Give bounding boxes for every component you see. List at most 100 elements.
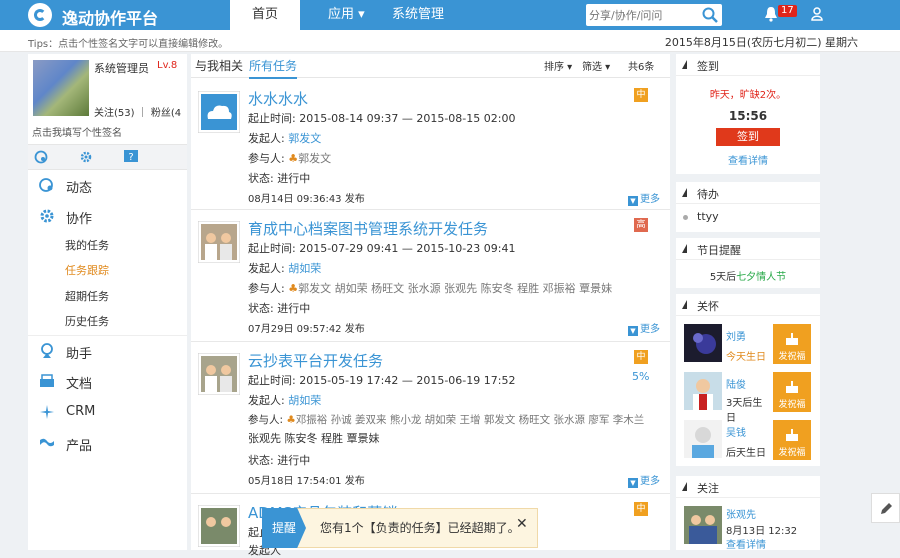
sidebar-item-docs[interactable]: 文档 bbox=[28, 366, 187, 396]
sidebar-sub-my-tasks[interactable]: 我的任务 bbox=[65, 237, 109, 253]
more-button[interactable]: ▼ 更多 bbox=[628, 320, 660, 336]
user-icon[interactable] bbox=[811, 7, 823, 21]
task-item[interactable]: 云抄表平台开发任务 中 5% 起止时间: 2015-05-19 17:42 — … bbox=[191, 344, 670, 494]
care-person-note: 今天生日 bbox=[726, 352, 766, 363]
attention-details-link[interactable]: 查看详情 bbox=[726, 536, 766, 551]
signin-details-link[interactable]: 查看详情 bbox=[676, 152, 820, 167]
pencil-icon bbox=[881, 503, 892, 514]
task-time: 起止时间: 2015-08-14 09:37 — 2015-08-15 02:0… bbox=[248, 112, 516, 125]
todo-panel: 待办 ttyy bbox=[676, 182, 820, 232]
tab-all-tasks[interactable]: 所有任务 bbox=[249, 57, 298, 79]
care-person-name[interactable]: 刘勇 bbox=[726, 328, 746, 343]
close-icon[interactable]: ✕ bbox=[516, 516, 528, 532]
product-icon bbox=[40, 438, 54, 447]
attention-time: 8月13日 12:32 bbox=[726, 526, 798, 537]
people-icon: ♣ bbox=[288, 282, 299, 295]
chevron-down-icon: ▼ bbox=[628, 478, 638, 488]
help-icon[interactable]: ? bbox=[124, 150, 138, 164]
sidebar-item-dynamic[interactable]: 动态 bbox=[28, 170, 187, 200]
signature-edit[interactable]: 点击我填写个性签名 bbox=[32, 124, 122, 139]
user-level: Lv.8 bbox=[157, 60, 178, 71]
avatar[interactable] bbox=[684, 420, 722, 458]
task-status: 状态: 进行中 bbox=[248, 172, 311, 185]
panel-title: 关注 bbox=[697, 482, 719, 495]
filter-dropdown[interactable]: 筛选 ▾ bbox=[582, 58, 610, 73]
group-photo bbox=[198, 505, 240, 547]
send-blessing-button[interactable]: 发祝福 bbox=[773, 372, 811, 412]
edit-float-button[interactable] bbox=[871, 493, 900, 523]
care-person-name[interactable]: 吴钱 bbox=[726, 424, 746, 439]
initiator-link[interactable]: 胡如荣 bbox=[288, 394, 321, 407]
sort-dropdown[interactable]: 排序 ▾ bbox=[544, 58, 572, 73]
sidebar-sub-overdue-tasks[interactable]: 超期任务 bbox=[65, 288, 109, 304]
sidebar-sub-history-tasks[interactable]: 历史任务 bbox=[65, 313, 109, 329]
notification-count-badge: 17 bbox=[778, 5, 797, 17]
assistant-icon bbox=[41, 343, 53, 358]
task-initiator: 发起人: 胡如荣 bbox=[248, 262, 322, 275]
task-title[interactable]: 水水水水 bbox=[248, 88, 308, 109]
task-item[interactable]: 育成中心档案图书管理系统开发任务 高 起止时间: 2015-07-29 09:4… bbox=[191, 212, 670, 342]
task-participants: 参与人: ♣邓振裕 孙诚 姜双来 熊小龙 胡如荣 王增 郭发文 杨旺文 张水源 … bbox=[248, 414, 645, 426]
quick-icon-row: ? bbox=[28, 144, 187, 170]
user-avatar[interactable] bbox=[33, 60, 89, 116]
priority-badge: 中 bbox=[634, 88, 648, 102]
task-title[interactable]: 云抄表平台开发任务 bbox=[248, 350, 383, 371]
cake-icon bbox=[786, 381, 798, 393]
gear-icon[interactable] bbox=[79, 150, 93, 164]
sidebar-item-collab[interactable]: 协作 bbox=[28, 201, 187, 231]
search-input[interactable] bbox=[586, 4, 700, 26]
task-posted: 08月14日 09:36:43 发布 bbox=[248, 194, 365, 205]
nav-system-admin[interactable]: 系统管理 bbox=[392, 0, 444, 30]
chevron-down-icon: ▼ bbox=[628, 326, 638, 336]
signin-time: 15:56 bbox=[728, 109, 768, 123]
task-time: 起止时间: 2015-07-29 09:41 — 2015-10-23 09:4… bbox=[248, 242, 516, 255]
app-logo-icon[interactable] bbox=[28, 3, 52, 27]
participants-list: ♣郭发文 胡如荣 杨旺文 张水源 张观先 陈安冬 程胜 邓振裕 覃景妹 bbox=[288, 282, 613, 295]
signin-panel: 签到 昨天，旷缺2次。 15:56 签到 查看详情 bbox=[676, 54, 820, 174]
chat-icon[interactable] bbox=[34, 150, 48, 164]
task-item[interactable]: 水水水水 中 起止时间: 2015-08-14 09:37 — 2015-08-… bbox=[191, 82, 670, 210]
cake-icon bbox=[786, 429, 798, 441]
signin-text: 昨天，旷缺2次。 bbox=[709, 90, 787, 101]
bell-icon[interactable] bbox=[764, 6, 778, 22]
user-name[interactable]: 系统管理员 bbox=[94, 60, 149, 76]
attention-name[interactable]: 张观先 bbox=[726, 506, 756, 521]
task-tabs: 与我相关 所有任务 排序 ▾ 筛选 ▾ 共6条 bbox=[191, 54, 670, 79]
sidebar-item-product[interactable]: 产品 bbox=[28, 428, 187, 458]
group-photo bbox=[198, 353, 240, 395]
todo-item[interactable]: ttyy bbox=[697, 210, 719, 223]
toast-message[interactable]: 您有1个【负责的任务】已经超期了。 bbox=[320, 519, 520, 536]
task-status: 状态: 进行中 bbox=[248, 302, 311, 315]
search-icon[interactable] bbox=[702, 7, 718, 23]
care-person-name[interactable]: 陆俊 bbox=[726, 376, 746, 391]
send-blessing-button[interactable]: 发祝福 bbox=[773, 324, 811, 364]
initiator-link[interactable]: 郭发文 bbox=[288, 132, 321, 145]
top-nav-bar: 逸动协作平台 首页 应用 ▾ 系统管理 17 bbox=[0, 0, 900, 30]
follow-stats[interactable]: 关注(53) ｜ 粉丝(4 bbox=[94, 104, 181, 119]
sidebar-item-crm[interactable]: CRM bbox=[28, 397, 187, 427]
sidebar-item-assistant[interactable]: 助手 bbox=[28, 335, 187, 365]
sidebar-sub-task-tracking[interactable]: 任务跟踪 bbox=[65, 262, 109, 278]
avatar[interactable] bbox=[684, 506, 722, 544]
task-posted: 07月29日 09:57:42 发布 bbox=[248, 324, 365, 335]
initiator-link[interactable]: 胡如荣 bbox=[288, 262, 321, 275]
more-button[interactable]: ▼ 更多 bbox=[628, 190, 660, 206]
sidebar-item-label: 文档 bbox=[66, 377, 93, 392]
toast-tag: 提醒 bbox=[262, 508, 306, 548]
task-list-panel: 与我相关 所有任务 排序 ▾ 筛选 ▾ 共6条 水水水水 中 起止时间: 201… bbox=[191, 54, 670, 557]
more-button[interactable]: ▼ 更多 bbox=[628, 472, 660, 488]
avatar[interactable] bbox=[684, 324, 722, 362]
nav-home-tab[interactable]: 首页 bbox=[230, 0, 300, 30]
people-icon: ♣ bbox=[286, 414, 296, 426]
panel-title: 节日提醒 bbox=[697, 244, 741, 257]
task-title[interactable]: 育成中心档案图书管理系统开发任务 bbox=[248, 218, 488, 239]
attention-panel: 关注 张观先 8月13日 12:32 查看详情 bbox=[676, 476, 820, 551]
cake-icon bbox=[786, 333, 798, 345]
nav-apps-menu[interactable]: 应用 ▾ bbox=[328, 0, 365, 30]
avatar[interactable] bbox=[684, 372, 722, 410]
signin-button[interactable]: 签到 bbox=[716, 128, 780, 146]
participants-list: ♣邓振裕 孙诚 姜双来 熊小龙 胡如荣 王增 郭发文 杨旺文 张水源 廖军 李木… bbox=[286, 414, 645, 426]
tab-related[interactable]: 与我相关 bbox=[195, 57, 243, 74]
send-blessing-button[interactable]: 发祝福 bbox=[773, 420, 811, 460]
sidebar-item-label: 产品 bbox=[66, 439, 93, 454]
